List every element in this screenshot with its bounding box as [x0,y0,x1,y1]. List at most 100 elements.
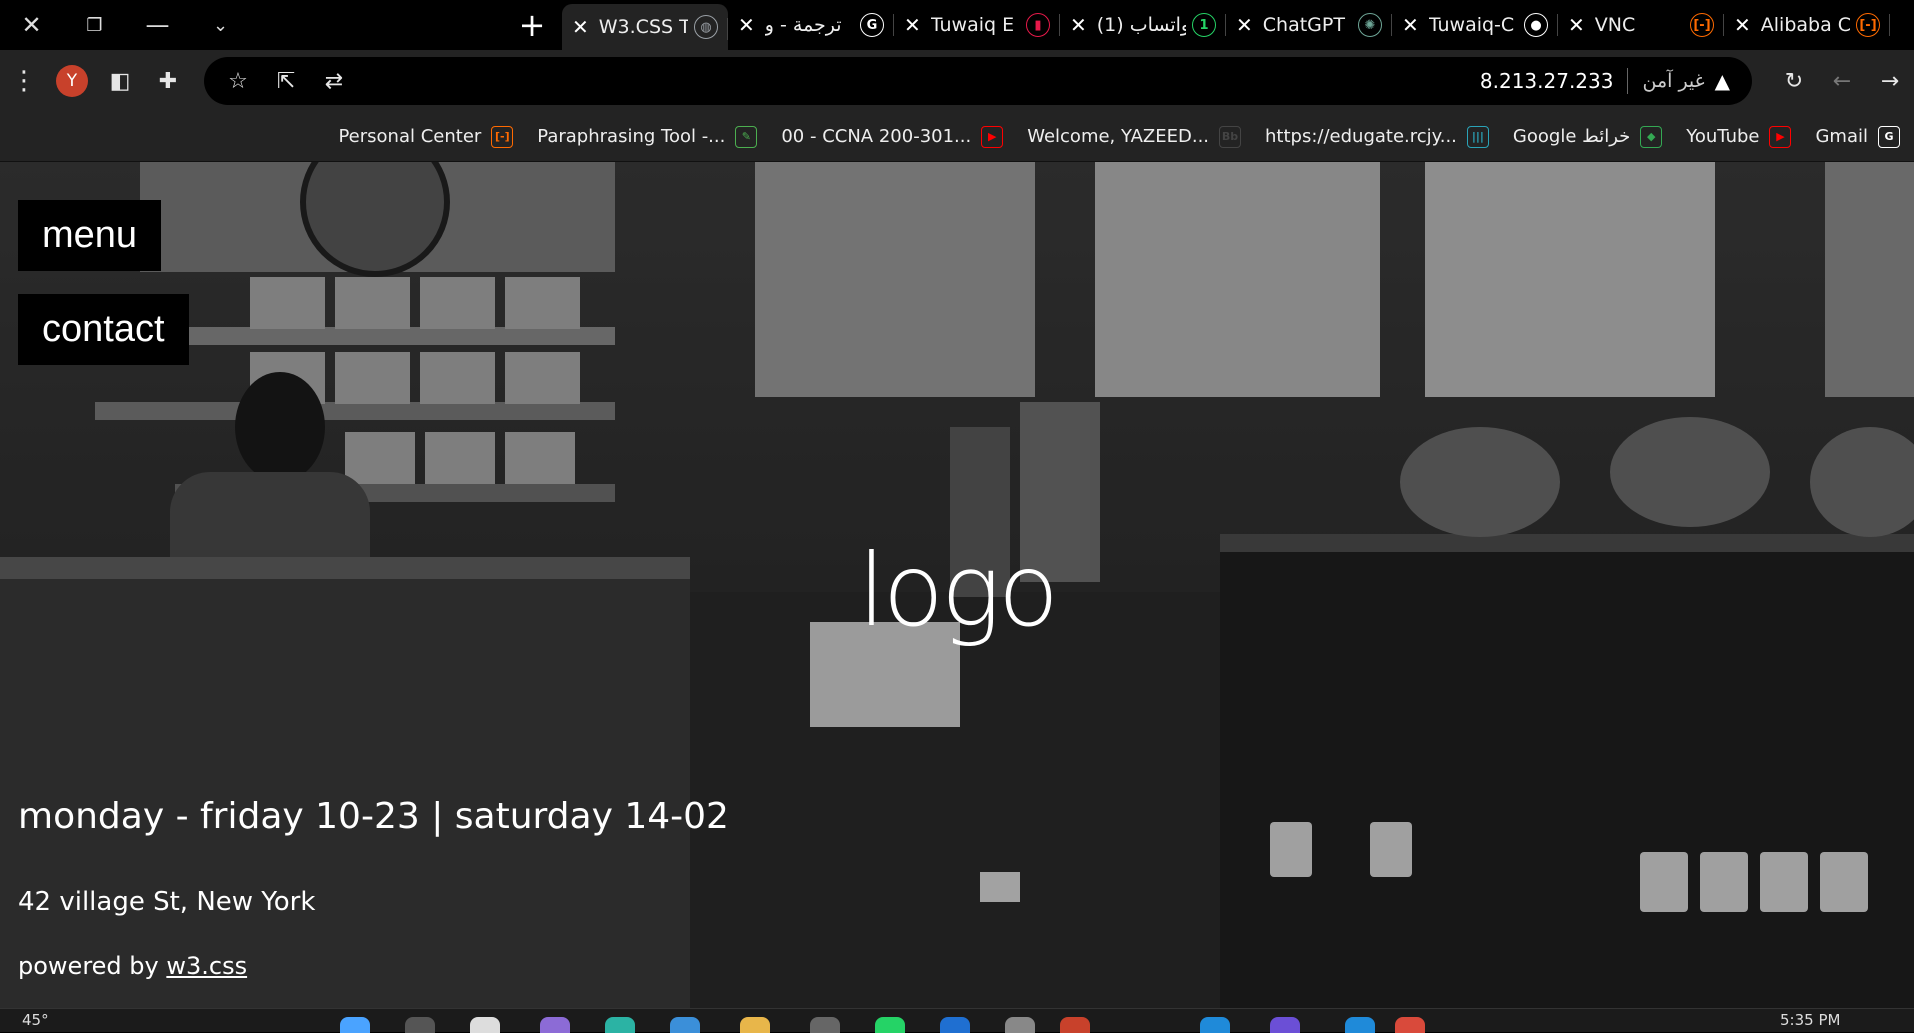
browser-toolbar: ⋮ Y ◧ ✚ ☆ ⇱ ⇄ 8.213.27.233 غير آمن ▲ ↻ ←… [0,50,1914,112]
tab-item[interactable]: ✕ Alibaba C [-] [1724,0,1890,50]
app-icon-2[interactable] [940,1017,970,1033]
tab-close-icon[interactable]: ✕ [1070,13,1087,37]
security-label[interactable]: غير آمن [1642,70,1704,92]
tabstrip-spacer [252,0,502,50]
app-icon-5[interactable] [1270,1017,1300,1033]
youtube-icon: ▶ [1769,125,1792,148]
chrome-taskbar-icon[interactable] [1060,1017,1090,1033]
bookmark-item[interactable]: YouTube ▶ [1686,125,1792,148]
opening-hours: monday - friday 10-23 | saturday 14-02 [18,796,729,837]
more-menu-icon[interactable]: ⋮ [0,57,48,105]
tab-title: ChatGPT [1262,14,1345,36]
bookmark-star-icon[interactable]: ☆ [214,57,262,105]
bookmark-label: 00 - CCNA 200-301... [781,126,972,147]
w3css-link[interactable]: w3.css [166,952,247,980]
app-icon-7[interactable] [1395,1017,1425,1033]
teams-icon[interactable] [540,1017,570,1033]
tab-item[interactable]: ✕ ChatGPT ✺ [1226,0,1392,50]
web-page: menu contact logo monday - friday 10-23 … [0,162,1914,1008]
tab-title: Tuwaiq E [930,14,1015,36]
youtube-icon: ▶ [981,125,1004,148]
clock-time[interactable]: 5:35 PM [1780,1011,1840,1029]
bookmark-label: YouTube [1686,126,1760,147]
app-icon-3[interactable] [1005,1017,1035,1033]
weather-temperature[interactable]: 45° [22,1011,49,1029]
chatgpt-icon: ✺ [1358,13,1382,37]
profile-avatar[interactable]: Y [56,65,88,97]
google-icon: G [1878,125,1900,148]
extensions-icon[interactable]: ✚ [144,57,192,105]
logo-text: logo [857,532,1059,649]
bookmark-item[interactable]: Personal Center [-] [338,125,514,148]
bookmark-label: Paraphrasing Tool -... [537,126,726,147]
tab-search-chevron-icon[interactable]: ⌄ [189,0,252,50]
omnibox-divider [1627,68,1629,94]
tab-item[interactable]: ✕ VNC [-] [1558,0,1724,50]
url-text[interactable]: 8.213.27.233 [1480,69,1614,93]
app-icon-4[interactable] [1200,1017,1230,1033]
tab-close-icon[interactable]: ✕ [1236,13,1253,37]
bookmark-item[interactable]: https://edugate.rcjy... ||| [1265,125,1489,148]
reload-icon[interactable]: ↻ [1770,57,1818,105]
share-icon[interactable]: ⇱ [262,57,310,105]
side-panel-icon[interactable]: ◧ [96,57,144,105]
bookmark-item[interactable]: Welcome, YAZEED... Bb [1027,125,1242,148]
bookmark-item[interactable]: Paraphrasing Tool -... ✎ [537,125,758,148]
taskview-icon[interactable] [470,1017,500,1033]
restore-window-icon[interactable]: ❐ [63,0,126,50]
translate-icon[interactable]: ⇄ [310,57,358,105]
alibaba-icon: [-] [491,125,514,148]
tab-item[interactable]: ✕ W3.CSS T ◍ [562,4,728,50]
tab-item[interactable]: ✕ Tuwaiq E ▮ [894,0,1060,50]
tab-close-icon[interactable]: ✕ [1402,13,1419,37]
address-bar[interactable]: ☆ ⇱ ⇄ 8.213.27.233 غير آمن ▲ [204,57,1752,105]
maps-icon: ◆ [1640,125,1663,148]
address-text: 42 village St, New York [18,887,316,917]
tab-item[interactable]: ✕ (1) واتساب 1 [1060,0,1226,50]
alibaba-icon: [-] [1856,13,1880,37]
close-window-icon[interactable]: ✕ [0,0,63,50]
edge-icon[interactable] [605,1017,635,1033]
bookmark-label: Welcome, YAZEED... [1027,126,1210,147]
tab-strip: ✕ ❐ — ⌄ + ✕ W3.CSS T ◍ ✕ ترجمة - و G ✕ Tuwaiq E… [0,0,1914,50]
quillbot-icon: ✎ [735,125,758,148]
contact-button[interactable]: contact [18,294,189,365]
powered-by: powered by w3.css [18,952,247,980]
windows-taskbar: 45° 5:35 PM [0,1008,1914,1033]
tab-item[interactable]: ✕ Tuwaiq-C ● [1392,0,1558,50]
app-icon[interactable] [810,1017,840,1033]
edugate-icon: ||| [1466,125,1489,148]
tab-list: ✕ W3.CSS T ◍ ✕ ترجمة - و G ✕ Tuwaiq E ▮ ✕ (1) واتس… [562,0,1890,50]
forward-arrow-icon[interactable]: → [1866,57,1914,105]
tab-close-icon[interactable]: ✕ [572,15,589,39]
warning-icon[interactable]: ▲ [1715,69,1730,93]
tab-close-icon[interactable]: ✕ [1734,13,1751,37]
bookmark-label: Google خرائط [1512,126,1631,147]
blackboard-icon: Bb [1219,125,1242,148]
tab-separator [1889,14,1890,36]
app-icon-6[interactable] [1345,1017,1375,1033]
alibaba-icon: [-] [1690,13,1714,37]
bookmark-item[interactable]: 00 - CCNA 200-301... ▶ [781,125,1004,148]
tab-close-icon[interactable]: ✕ [1568,13,1585,37]
menu-button[interactable]: menu [18,200,162,271]
tab-close-icon[interactable]: ✕ [738,13,755,37]
bookmark-label: Personal Center [338,126,482,147]
bookmark-item[interactable]: Google خرائط ◆ [1512,125,1663,148]
tab-title: W3.CSS T [598,16,688,38]
tuwaiq-icon: ▮ [1026,13,1050,37]
back-arrow-icon[interactable]: ← [1818,57,1866,105]
tab-title: VNC [1594,14,1636,36]
whatsapp-icon: 1 [1192,13,1216,37]
search-icon[interactable] [405,1017,435,1033]
explorer-icon[interactable] [740,1017,770,1033]
minimize-window-icon[interactable]: — [126,0,189,50]
start-icon[interactable] [340,1017,370,1033]
new-tab-button[interactable]: + [502,0,562,50]
bookmark-item[interactable]: Gmail G [1815,125,1900,148]
tab-title: ترجمة - و [764,14,842,36]
whatsapp-taskbar-icon[interactable] [875,1017,905,1033]
tab-close-icon[interactable]: ✕ [904,13,921,37]
tab-item[interactable]: ✕ ترجمة - و G [728,0,894,50]
store-icon[interactable] [670,1017,700,1033]
